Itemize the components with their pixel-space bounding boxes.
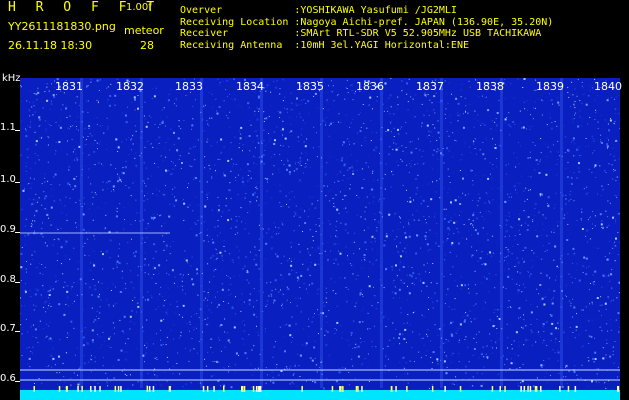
file-name: YY2611181830.png [8, 20, 116, 33]
x-tick-label: 1832 [116, 80, 144, 93]
x-tick-label: 1833 [175, 80, 203, 93]
y-tick-label: 1.0 [0, 174, 16, 185]
x-tick-label: 1839 [536, 80, 564, 93]
observer-row: Overver :YOSHIKAWA Yasufumi /JG2MLI [180, 5, 457, 16]
date-time: 26.11.18 18:30 [8, 39, 93, 52]
y-tick-label: 0.8 [0, 274, 16, 285]
x-tick-label: 1835 [296, 80, 324, 93]
spectrogram [20, 78, 620, 400]
x-tick-label: 1836 [356, 80, 384, 93]
x-tick-label: 1831 [55, 80, 83, 93]
right-margin [620, 78, 629, 400]
x-tick-label: 1838 [476, 80, 504, 93]
y-axis: 1.1 1.0 0.9 0.8 0.7 0.6 [0, 78, 20, 400]
header-panel: H R O F F T 1.00f YY2611181830.png meteo… [0, 0, 629, 78]
x-tick-label: 1837 [416, 80, 444, 93]
meteor-label: meteor [124, 24, 164, 37]
location-row: Receiving Location :Nagoya Aichi-pref. J… [180, 16, 554, 28]
y-tick-label: 1.1 [0, 122, 16, 133]
x-tick-label: 1834 [236, 80, 264, 93]
station-info: Overver :YOSHIKAWA Yasufumi /JG2MLI Rece… [180, 5, 553, 51]
antenna-row: Receiving Antenna :10mH 3el.YAGI Horizon… [180, 39, 469, 51]
app-version: 1.00f [126, 2, 152, 13]
receiver-row: Receiver :SMArt RTL-SDR V5 52.905MHz USB… [180, 28, 542, 39]
y-tick-label: 0.7 [0, 323, 16, 334]
x-tick-label: 1840 [594, 80, 622, 93]
y-tick-label: 0.6 [0, 373, 16, 384]
meteor-count: 28 [140, 39, 154, 52]
y-tick-label: 0.9 [0, 224, 16, 235]
